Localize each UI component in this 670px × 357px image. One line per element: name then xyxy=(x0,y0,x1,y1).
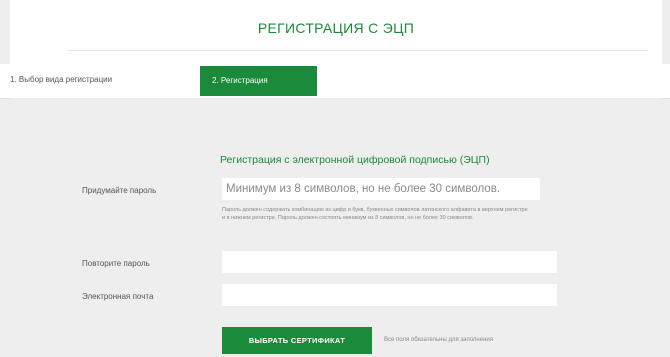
page-header: РЕГИСТРАЦИЯ С ЭЦП xyxy=(10,0,662,64)
registration-page: РЕГИСТРАЦИЯ С ЭЦП 1. Выбор вида регистра… xyxy=(0,0,670,357)
required-fields-note: Все поля обязательны для заполнения xyxy=(384,337,493,343)
email-input[interactable] xyxy=(222,284,557,306)
registration-form: Регистрация с электронной цифровой подпи… xyxy=(10,98,662,357)
repeat-password-label: Повторите пароль xyxy=(82,259,150,268)
select-certificate-button[interactable]: ВЫБРАТЬ СЕРТИФИКАТ xyxy=(222,327,372,354)
step-registration-active[interactable]: 2. Регистрация xyxy=(200,66,317,96)
page-title: РЕГИСТРАЦИЯ С ЭЦП xyxy=(257,20,415,36)
email-label: Электронная почта xyxy=(82,292,154,301)
form-heading: Регистрация с электронной цифровой подпи… xyxy=(220,154,490,166)
repeat-password-input[interactable] xyxy=(222,251,557,273)
password-input[interactable] xyxy=(222,178,540,200)
password-hint: Пароль должен содержать комбинацию из ци… xyxy=(222,207,528,221)
header-divider xyxy=(68,50,648,51)
step-choose-registration-type[interactable]: 1. Выбор вида регистрации xyxy=(10,75,112,84)
steps-bar: 1. Выбор вида регистрации 2. Регистрация xyxy=(0,64,670,99)
password-label: Придумайте пароль xyxy=(82,186,157,195)
